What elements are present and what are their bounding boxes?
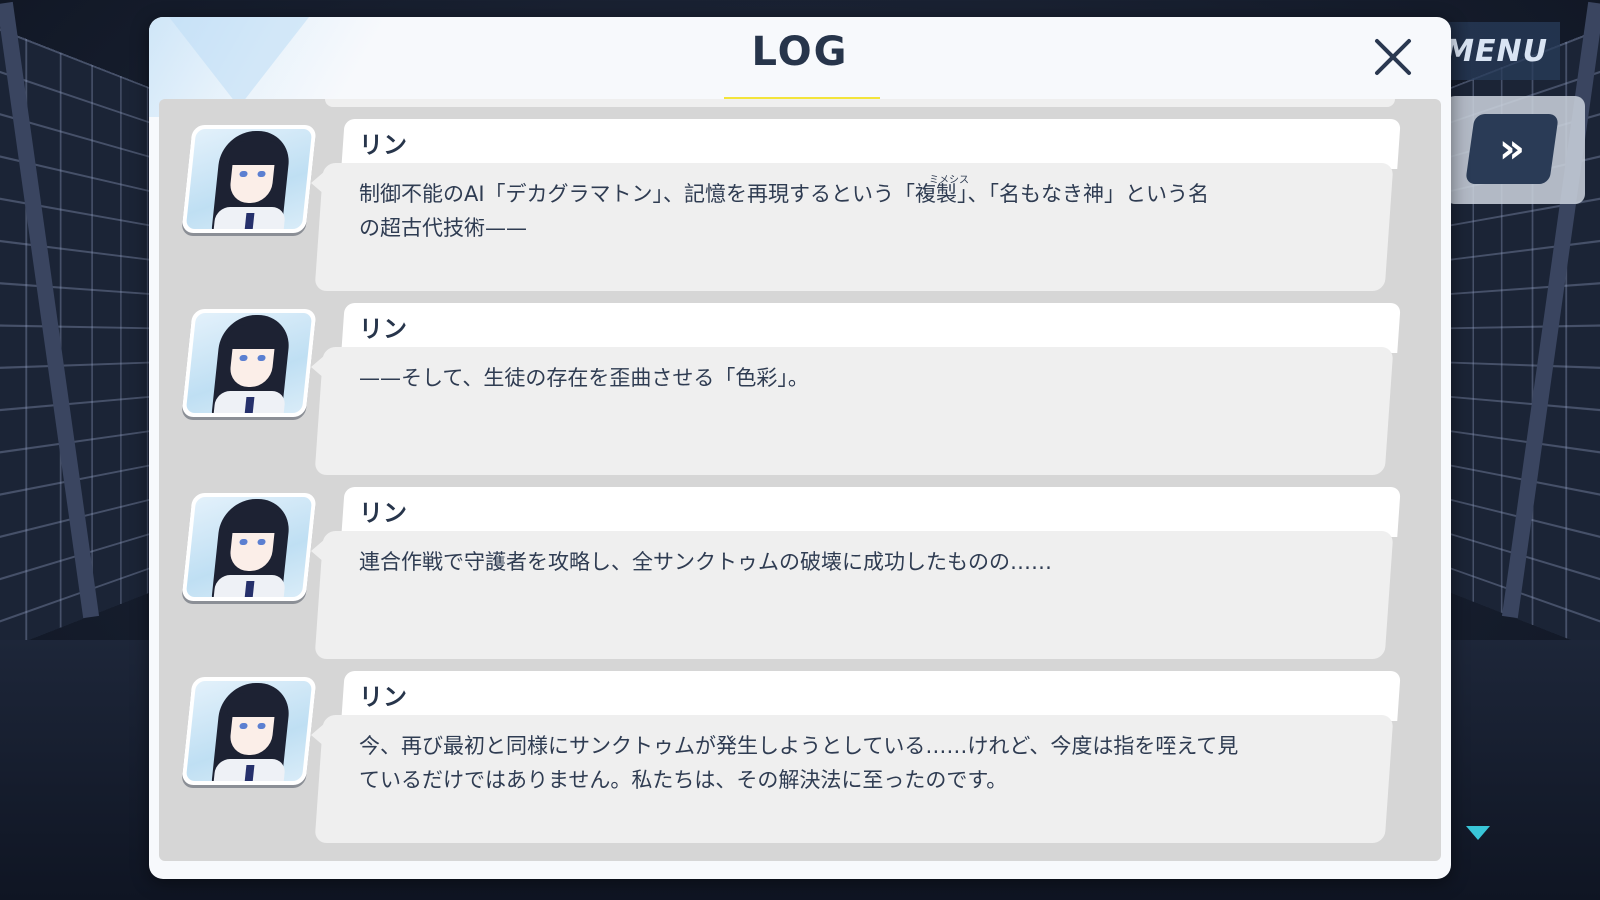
- log-entry: リン 連合作戦で守護者を攻略し、全サンクトゥムの破壊に成功したものの……: [159, 487, 1441, 667]
- dialog-text: ——そして、生徒の存在を歪曲させる「色彩」。: [359, 366, 809, 390]
- dialog-text: 連合作戦で守護者を攻略し、全サンクトゥムの破壊に成功したものの……: [359, 550, 1052, 574]
- log-entry: リン 制御不能のAI「デカグラマトン」、記憶を再現するという「複製」、「名もなき…: [159, 119, 1441, 299]
- fast-forward-button[interactable]: »: [1465, 114, 1559, 184]
- log-entry: リン ——そして、生徒の存在を歪曲させる「色彩」。: [159, 303, 1441, 483]
- dialog-header: LOG: [149, 17, 1451, 103]
- log-scroll-area[interactable]: リン 制御不能のAI「デカグラマトン」、記憶を再現するという「複製」、「名もなき…: [159, 99, 1441, 861]
- speaker-name: リン: [359, 499, 407, 527]
- ruby-annotation: ミメシス: [929, 175, 969, 186]
- speaker-name-tab: [341, 303, 1401, 353]
- speaker-name: リン: [359, 131, 407, 159]
- menu-label: MENU: [1444, 33, 1548, 69]
- avatar: [181, 493, 317, 601]
- speaker-name: リン: [359, 315, 407, 343]
- close-icon: [1375, 39, 1411, 75]
- previous-entry-edge: [325, 99, 1395, 107]
- speaker-name-tab: [341, 119, 1401, 169]
- log-entry: リン 今、再び最初と同様にサンクトゥムが発生しようとしている……けれど、今度は指…: [159, 671, 1441, 851]
- speaker-name-tab: [341, 671, 1401, 721]
- dialog-text: 制御不能のAI「デカグラマトン」、記憶を再現するという「複製」、「名もなき神」と…: [359, 182, 1210, 240]
- log-title: LOG: [751, 29, 849, 75]
- speaker-name: リン: [359, 683, 407, 711]
- avatar: [181, 309, 317, 417]
- chevron-down-icon[interactable]: [1466, 826, 1490, 840]
- fast-forward-icon: »: [1499, 126, 1517, 172]
- log-dialog: LOG リン 制御不能のAI「デカグラマトン」、記憶を再現するという「複製」、「…: [149, 17, 1451, 879]
- close-button[interactable]: [1363, 27, 1423, 87]
- avatar: [181, 125, 317, 233]
- dialog-text: 今、再び最初と同様にサンクトゥムが発生しようとしている……けれど、今度は指を咥え…: [359, 734, 1239, 792]
- avatar: [181, 677, 317, 785]
- speaker-name-tab: [341, 487, 1401, 537]
